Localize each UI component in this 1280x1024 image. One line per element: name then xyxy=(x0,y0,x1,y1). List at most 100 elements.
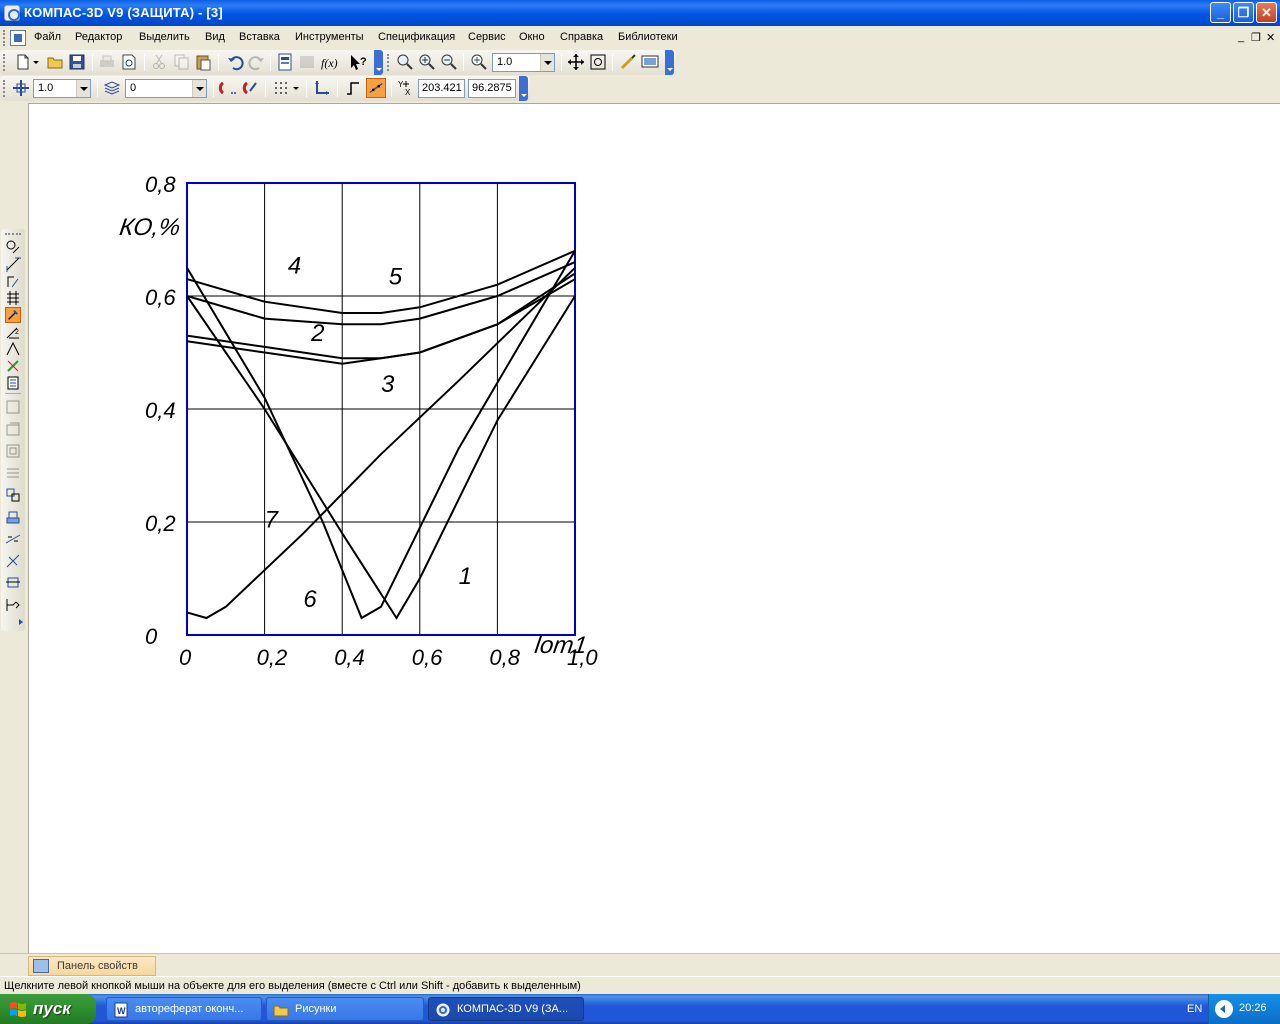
menu-grip[interactable] xyxy=(3,30,6,46)
coord-y-field[interactable]: 96.2875 xyxy=(468,79,516,98)
menu-window[interactable]: Окно xyxy=(519,31,545,43)
zoom-out-icon[interactable] xyxy=(440,53,458,71)
copy-icon[interactable] xyxy=(172,53,190,71)
menu-insert[interactable]: Вставка xyxy=(239,31,280,43)
kompas-app-icon[interactable] xyxy=(4,5,20,21)
menu-help[interactable]: Справка xyxy=(560,31,603,43)
open-folder-icon[interactable] xyxy=(46,53,64,71)
close-button[interactable]: ✕ xyxy=(1256,2,1277,23)
toolbar-grip[interactable] xyxy=(3,80,6,97)
toolbar-options-icon[interactable] xyxy=(519,76,528,101)
dimensions-icon[interactable] xyxy=(5,256,21,272)
snap-global-icon[interactable] xyxy=(241,79,259,97)
section-icon[interactable] xyxy=(5,465,21,481)
refresh-image-icon[interactable] xyxy=(619,53,637,71)
cursor-step-dropdown-icon[interactable] xyxy=(76,80,90,97)
projection-view-icon[interactable] xyxy=(5,509,21,525)
spec-icon[interactable] xyxy=(5,358,21,374)
minimize-button[interactable]: _ xyxy=(1210,2,1231,23)
context-help-icon[interactable]: ? xyxy=(348,53,370,71)
paste-icon[interactable] xyxy=(194,53,212,71)
layer-dropdown-icon[interactable] xyxy=(192,80,206,97)
document-icon[interactable] xyxy=(10,30,26,46)
toolbar-options-icon[interactable] xyxy=(665,50,674,75)
language-indicator[interactable]: EN xyxy=(1187,1003,1202,1015)
taskbar-item-word[interactable]: W автореферат оконч... xyxy=(106,997,262,1021)
zoom-in-icon[interactable] xyxy=(418,53,436,71)
zoom-scale-icon[interactable] xyxy=(470,53,488,71)
start-button[interactable]: пуск xyxy=(0,994,96,1024)
new-dropdown-icon[interactable] xyxy=(32,53,40,71)
cursor-coordinates-icon[interactable]: YX xyxy=(397,79,415,97)
restore-button[interactable]: ❐ xyxy=(1233,2,1254,23)
toolbar-separator xyxy=(218,54,219,71)
coord-x-field[interactable]: 203.421 xyxy=(418,79,465,98)
pan-icon[interactable] xyxy=(567,53,585,71)
drawing-canvas[interactable]: 1234567 0 0,2 0,4 0,6 0,8 1,0 0 0,2 0,4 0,6 0,8 КО… xyxy=(28,103,1280,953)
monitor-icon[interactable] xyxy=(641,53,659,71)
series-line-2 xyxy=(186,278,576,360)
zoom-dropdown-icon[interactable] xyxy=(540,54,554,71)
grid-dropdown-icon[interactable] xyxy=(292,79,300,97)
break-line-icon[interactable] xyxy=(5,531,21,547)
menu-editor[interactable]: Редактор xyxy=(75,31,122,43)
local-cs-icon[interactable] xyxy=(313,79,331,97)
zoom-window-icon[interactable] xyxy=(396,53,414,71)
undo-icon[interactable] xyxy=(226,53,244,71)
layers-icon[interactable] xyxy=(103,79,121,97)
zoom-combo[interactable]: 1.0 xyxy=(492,53,555,72)
taskbar-item-kompas[interactable]: КОМПАС-3D V9 (ЗА... xyxy=(428,997,584,1021)
cursor-step-combo[interactable]: 1.0 xyxy=(33,79,91,98)
document-manager-icon[interactable] xyxy=(276,53,294,71)
menu-view[interactable]: Вид xyxy=(205,31,225,43)
show-hidden-icons-icon[interactable] xyxy=(1215,1000,1233,1018)
menu-file[interactable]: Файл xyxy=(34,31,61,43)
taskbar-item-folder[interactable]: Рисунки xyxy=(266,997,424,1021)
cut-icon[interactable] xyxy=(150,53,168,71)
layer-combo[interactable]: 0 xyxy=(125,79,207,98)
designations-icon[interactable] xyxy=(5,273,21,289)
measure-icon[interactable]: 2 xyxy=(5,324,21,340)
compact-toolbar-grip[interactable] xyxy=(5,233,21,236)
clock[interactable]: 20:26 xyxy=(1239,1002,1267,1014)
select-icon[interactable] xyxy=(5,341,21,357)
geometry-icon[interactable] xyxy=(5,239,21,255)
grid-icon[interactable] xyxy=(272,79,290,97)
menu-specification[interactable]: Спецификация xyxy=(378,31,455,43)
round-mode-icon[interactable] xyxy=(366,78,386,98)
toolbar-grip[interactable] xyxy=(387,54,390,71)
curve-label-7: 7 xyxy=(265,507,280,534)
editing-icon[interactable] xyxy=(5,290,21,306)
print-preview-icon[interactable] xyxy=(120,53,138,71)
toolbar-grip[interactable] xyxy=(3,54,6,71)
cursor-step-icon[interactable] xyxy=(12,79,30,97)
menu-tools[interactable]: Инструменты xyxy=(295,31,364,43)
variables-fx-icon[interactable]: f(x) xyxy=(320,53,342,71)
manager-icon[interactable] xyxy=(298,53,316,71)
save-icon[interactable] xyxy=(68,53,86,71)
menu-service[interactable]: Сервис xyxy=(468,31,506,43)
properties-panel-tab[interactable]: Панель свойств xyxy=(28,956,156,976)
compact-expand-icon[interactable] xyxy=(17,618,25,626)
mdi-restore-icon[interactable]: ❐ xyxy=(1251,31,1261,44)
insert-raster-icon[interactable] xyxy=(5,597,21,613)
redo-icon[interactable] xyxy=(248,53,266,71)
menu-select[interactable]: Выделить xyxy=(139,31,190,43)
reports-icon[interactable] xyxy=(5,375,21,391)
insert-view-icon[interactable] xyxy=(5,421,21,437)
mdi-close-icon[interactable]: ✕ xyxy=(1266,31,1275,44)
associative-view-icon[interactable] xyxy=(5,487,21,503)
print-icon[interactable] xyxy=(98,53,116,71)
parametrization-icon[interactable] xyxy=(5,307,21,323)
toolbar-options-icon[interactable] xyxy=(374,50,383,75)
mdi-minimize-icon[interactable]: _ xyxy=(1238,31,1244,43)
local-view-icon[interactable] xyxy=(5,443,21,459)
view-arrow-icon[interactable] xyxy=(5,575,21,591)
menu-libraries[interactable]: Библиотеки xyxy=(618,31,678,43)
insert-fragment-icon[interactable] xyxy=(5,399,21,415)
ortho-mode-icon[interactable] xyxy=(344,79,362,97)
snap-local-icon[interactable] xyxy=(219,79,237,97)
detail-view-icon[interactable] xyxy=(5,553,21,569)
new-document-icon[interactable] xyxy=(14,53,32,71)
show-all-icon[interactable] xyxy=(589,53,607,71)
